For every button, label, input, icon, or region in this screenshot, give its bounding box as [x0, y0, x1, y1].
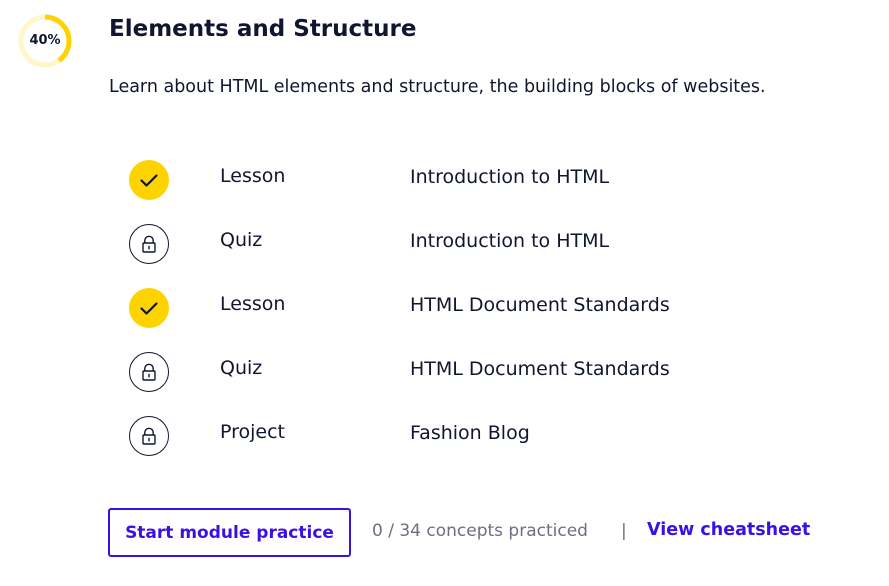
list-item[interactable]: Quiz HTML Document Standards	[129, 347, 829, 411]
list-item[interactable]: Lesson Introduction to HTML	[129, 155, 829, 219]
item-type-label: Project	[220, 421, 286, 443]
view-cheatsheet-link[interactable]: View cheatsheet	[647, 520, 810, 540]
check-icon	[129, 160, 169, 200]
list-item[interactable]: Project Fashion Blog	[129, 411, 829, 475]
item-type-label: Quiz	[220, 357, 263, 379]
lock-icon	[129, 224, 169, 264]
footer-separator: |	[621, 521, 627, 541]
list-item[interactable]: Quiz Introduction to HTML	[129, 219, 829, 283]
module-item-list: Lesson Introduction to HTML Quiz Introdu…	[129, 155, 829, 475]
item-title: Introduction to HTML	[410, 166, 610, 188]
module-progress-ring: 40%	[18, 14, 72, 68]
concepts-practiced-count: 0 / 34 concepts practiced	[372, 521, 588, 541]
item-title: Introduction to HTML	[410, 230, 610, 252]
list-item[interactable]: Lesson HTML Document Standards	[129, 283, 829, 347]
lock-icon	[129, 416, 169, 456]
lock-icon	[129, 352, 169, 392]
item-type-label: Quiz	[220, 229, 263, 251]
module-description: Learn about HTML elements and structure,…	[109, 77, 766, 97]
item-title: HTML Document Standards	[410, 294, 670, 316]
progress-percent-label: 40%	[29, 33, 61, 48]
item-title: HTML Document Standards	[410, 358, 670, 380]
item-title: Fashion Blog	[410, 422, 530, 444]
item-type-label: Lesson	[220, 165, 286, 187]
check-icon	[129, 288, 169, 328]
item-type-label: Lesson	[220, 293, 286, 315]
start-module-practice-button[interactable]: Start module practice	[108, 508, 351, 557]
module-title: Elements and Structure	[109, 16, 417, 42]
